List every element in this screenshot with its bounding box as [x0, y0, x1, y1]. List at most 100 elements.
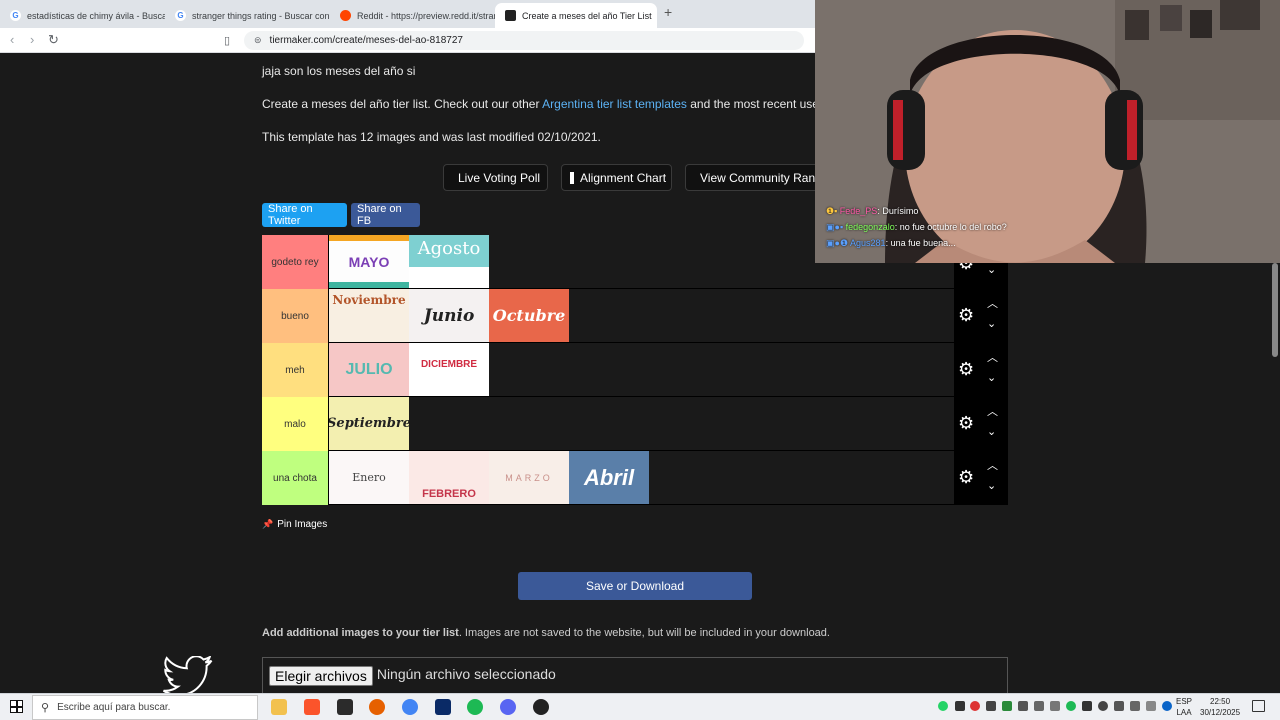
- month-card-octubre[interactable]: Octubre: [489, 289, 569, 342]
- gear-icon[interactable]: ⚙: [958, 359, 974, 380]
- spotify-tray-icon[interactable]: [1066, 701, 1076, 711]
- tray-app-icon[interactable]: [955, 701, 965, 711]
- new-tab-button[interactable]: +: [664, 4, 672, 20]
- reload-icon[interactable]: ↻: [48, 32, 59, 48]
- discord-icon[interactable]: [500, 699, 516, 715]
- tier-label[interactable]: meh: [262, 343, 329, 397]
- url-text: tiermaker.com/create/meses-del-ao-818727: [269, 35, 463, 46]
- tier-items: Enero FEBRERO MARZO Abril: [329, 451, 649, 504]
- month-card-enero[interactable]: Enero: [329, 451, 409, 504]
- url-field[interactable]: ⊜ tiermaker.com/create/meses-del-ao-8187…: [244, 31, 804, 50]
- tier-controls: ︿ ⚙ ⌄: [954, 397, 1008, 451]
- whatsapp-tray-icon[interactable]: [938, 701, 948, 711]
- chevron-down-icon[interactable]: ⌄: [987, 371, 996, 384]
- chevron-up-icon[interactable]: ︿: [987, 295, 998, 311]
- badge-icon: ❶▪: [826, 206, 838, 216]
- tray-app-icon[interactable]: [1082, 701, 1092, 711]
- chevron-down-icon[interactable]: ⌄: [987, 317, 996, 330]
- brave-icon[interactable]: [304, 699, 320, 715]
- windows-start-icon[interactable]: [10, 700, 23, 713]
- month-card-noviembre[interactable]: Noviembre: [329, 289, 409, 342]
- tray-app-icon[interactable]: [1146, 701, 1156, 711]
- tab-title: Create a meses del año Tier List: [522, 10, 652, 21]
- tier-row: malo Septiembre ︿ ⚙ ⌄: [262, 397, 1008, 451]
- chevron-up-icon[interactable]: ︿: [987, 457, 998, 473]
- microphone-icon[interactable]: [986, 701, 996, 711]
- tab-stranger-things[interactable]: G stranger things rating - Buscar con G: [165, 3, 330, 28]
- spotify-icon[interactable]: [467, 699, 483, 715]
- chevron-up-icon[interactable]: ︿: [987, 403, 998, 419]
- notifications-icon[interactable]: [1252, 700, 1265, 712]
- forward-icon[interactable]: ›: [30, 32, 34, 47]
- epic-games-icon[interactable]: [337, 699, 353, 715]
- badge-icon: ▣●❶: [826, 238, 849, 248]
- pin-icon: 📌: [262, 519, 274, 529]
- league-icon[interactable]: [435, 699, 451, 715]
- share-fb-button[interactable]: Share on FB: [351, 203, 420, 227]
- network-icon[interactable]: [1114, 701, 1124, 711]
- bookmark-icon[interactable]: ▯: [224, 34, 230, 47]
- chevron-down-icon[interactable]: ⌄: [987, 425, 996, 438]
- tier-controls: ︿ ⚙ ⌄: [954, 451, 1008, 505]
- pin-images-toggle[interactable]: 📌 Pin Images: [262, 519, 327, 530]
- volume-icon[interactable]: [1050, 701, 1060, 711]
- twitter-bird-icon[interactable]: [163, 656, 213, 693]
- tray-app-icon[interactable]: [1002, 701, 1012, 711]
- gear-icon[interactable]: ⚙: [958, 305, 974, 326]
- save-download-button[interactable]: Save or Download: [518, 572, 752, 600]
- system-clock[interactable]: 22:50 30/12/2025: [1200, 696, 1240, 718]
- tab-reddit[interactable]: Reddit - https://preview.redd.it/stran: [330, 3, 495, 28]
- tier-controls: ︿ ⚙ ⌄: [954, 343, 1008, 397]
- site-info-icon[interactable]: ⊜: [254, 35, 262, 46]
- month-card-mayo[interactable]: MAYO: [329, 235, 409, 288]
- tray-app-icon[interactable]: [970, 701, 980, 711]
- tier-label[interactable]: malo: [262, 397, 329, 451]
- chevron-down-icon[interactable]: ⌄: [987, 479, 996, 492]
- add-images-text: Add additional images to your tier list.…: [262, 627, 830, 639]
- live-voting-button[interactable]: Live Voting Poll: [443, 164, 548, 191]
- description-text: Create a meses del año tier list. Check …: [262, 97, 849, 111]
- intro-text: jaja son los meses del año si: [262, 64, 416, 78]
- tab-title: Reddit - https://preview.redd.it/stran: [357, 10, 495, 21]
- back-icon[interactable]: ‹: [10, 32, 14, 47]
- tier-label[interactable]: godeto rey: [262, 235, 329, 289]
- tier-items: MAYO Agosto: [329, 235, 489, 288]
- tray-app-icon[interactable]: [1098, 701, 1108, 711]
- tray-app-icon[interactable]: [1018, 701, 1028, 711]
- argentina-templates-link[interactable]: Argentina tier list templates: [542, 97, 687, 111]
- month-card-febrero[interactable]: FEBRERO: [409, 451, 489, 504]
- tier-row: meh JULIO DICIEMBRE ︿ ⚙ ⌄: [262, 343, 1008, 397]
- month-card-julio[interactable]: JULIO: [329, 343, 409, 396]
- obs-icon[interactable]: [533, 699, 549, 715]
- month-card-abril[interactable]: Abril: [569, 451, 649, 504]
- chrome-icon[interactable]: [402, 699, 418, 715]
- chevron-down-icon[interactable]: ⌄: [987, 263, 996, 276]
- month-card-marzo[interactable]: MARZO: [489, 451, 569, 504]
- month-card-diciembre[interactable]: DICIEMBRE: [409, 343, 489, 396]
- language-indicator[interactable]: ESP LAA: [1176, 696, 1192, 718]
- chevron-up-icon[interactable]: ︿: [987, 349, 998, 365]
- tab-tiermaker[interactable]: Create a meses del año Tier List ✕: [495, 3, 657, 28]
- month-card-septiembre[interactable]: Septiembre: [329, 397, 409, 450]
- tier-label[interactable]: una chota: [262, 451, 329, 505]
- tier-label[interactable]: bueno: [262, 289, 329, 343]
- choose-files-button[interactable]: Elegir archivos: [269, 666, 373, 686]
- file-explorer-icon[interactable]: [271, 699, 287, 715]
- page-scrollbar-thumb[interactable]: [1272, 263, 1278, 357]
- taskbar-search[interactable]: ⚲ Escribe aquí para buscar.: [32, 695, 258, 720]
- tab-title: stranger things rating - Buscar con G: [192, 10, 330, 21]
- gear-icon[interactable]: ⚙: [958, 467, 974, 488]
- tier-items: JULIO DICIEMBRE: [329, 343, 489, 396]
- alignment-chart-button[interactable]: Alignment Chart: [561, 164, 672, 191]
- tab-chimy-avila[interactable]: G estadísticas de chimy ávila - Buscar: [0, 3, 165, 28]
- month-card-agosto[interactable]: Agosto: [409, 235, 489, 288]
- reddit-icon: [340, 10, 351, 21]
- view-community-button[interactable]: View Community Ran: [685, 164, 815, 191]
- bluetooth-icon[interactable]: [1162, 701, 1172, 711]
- gear-icon[interactable]: ⚙: [958, 413, 974, 434]
- tray-app-icon[interactable]: [1034, 701, 1044, 711]
- share-twitter-button[interactable]: Share on Twitter: [262, 203, 347, 227]
- tray-app-icon[interactable]: [1130, 701, 1140, 711]
- firefox-icon[interactable]: [369, 699, 385, 715]
- month-card-junio[interactable]: Junio: [409, 289, 489, 342]
